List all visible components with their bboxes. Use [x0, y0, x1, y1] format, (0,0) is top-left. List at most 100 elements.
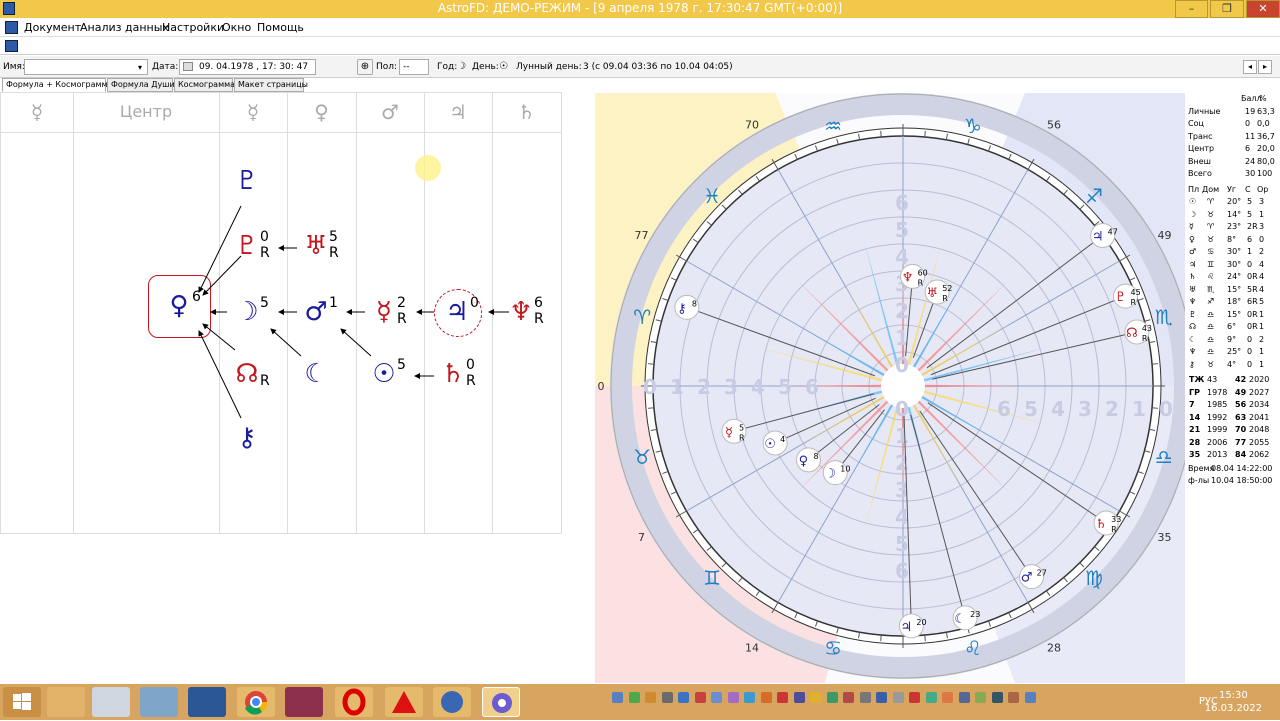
media-icon[interactable]: [285, 687, 323, 717]
tray-icon[interactable]: [942, 692, 953, 703]
globe-icon[interactable]: ⊕: [357, 59, 373, 75]
tray-icon[interactable]: [958, 692, 970, 703]
astro-fd-icon[interactable]: [433, 687, 471, 717]
planet-uranus-glyph[interactable]: ♅: [301, 231, 331, 261]
tray-icon[interactable]: [859, 692, 871, 703]
tray-icon[interactable]: [744, 692, 755, 703]
ring-number: 2: [895, 451, 909, 475]
cell: Дом: [1202, 184, 1220, 194]
planet-score: 47: [1108, 228, 1118, 237]
calendar-icon[interactable]: [183, 62, 193, 71]
notepad-icon[interactable]: [140, 687, 178, 717]
planet-score: 20: [916, 618, 926, 627]
astro-active-icon[interactable]: [482, 687, 520, 717]
planet-venus-glyph[interactable]: ♀: [164, 291, 194, 321]
clock[interactable]: 15:30 16.03.2022: [1205, 689, 1262, 715]
tray-icon[interactable]: [777, 692, 788, 703]
ring-number: 5: [895, 532, 909, 556]
planet-mars-glyph[interactable]: ♂: [301, 297, 331, 327]
menu-data-analysis[interactable]: Анализ данных: [80, 21, 169, 34]
planet-lilith-glyph[interactable]: ☾: [301, 359, 331, 389]
time-row: ф-лы 10.04 18:50:00: [1187, 475, 1273, 487]
tray-icon[interactable]: [727, 692, 739, 703]
planet-moon-glyph[interactable]: ☽: [232, 297, 262, 327]
planet-neptune-glyph[interactable]: ♆: [506, 297, 536, 327]
tray-icon[interactable]: [810, 692, 821, 703]
explorer-icon[interactable]: [47, 687, 85, 717]
tray-icon[interactable]: [1008, 692, 1019, 703]
tray-icon[interactable]: [909, 692, 920, 703]
tray-icon[interactable]: [612, 692, 623, 703]
tray-icon[interactable]: [711, 692, 722, 703]
opera-icon[interactable]: [335, 687, 373, 717]
word-icon[interactable]: [188, 687, 226, 717]
acrobat-icon[interactable]: [385, 687, 423, 717]
tray-icon[interactable]: [975, 692, 986, 703]
tray-icon[interactable]: [826, 692, 838, 703]
cell: 0: [1247, 259, 1253, 269]
tray-icon[interactable]: [661, 692, 673, 703]
planet-mercury-glyph[interactable]: ☿: [369, 297, 399, 327]
cell: 1: [1259, 309, 1265, 319]
start-icon[interactable]: [3, 687, 41, 717]
cell: Уг: [1227, 184, 1237, 194]
cell: ♆: [1189, 347, 1197, 356]
planet-pluto-glyph[interactable]: ♇: [232, 231, 262, 261]
zodiac-sign-glyph: ♑: [964, 114, 982, 138]
cell: 56: [1235, 400, 1247, 409]
chrome-icon[interactable]: [237, 687, 275, 717]
tray-icon[interactable]: [876, 692, 887, 703]
planet-neptune-retro: R: [534, 311, 544, 327]
cell: 5R: [1247, 284, 1258, 294]
tray-icon[interactable]: [925, 692, 937, 703]
tray-icon[interactable]: [678, 692, 689, 703]
ring-number: 4: [751, 375, 765, 399]
tab-formula-cosmogram[interactable]: Формула + Космограмма: [2, 78, 113, 92]
tray-icon[interactable]: [892, 692, 904, 703]
tray-icon[interactable]: [694, 692, 706, 703]
zodiac-sign-glyph: ♒: [824, 114, 842, 138]
next-arrow-icon[interactable]: ▸: [1258, 60, 1272, 74]
maximize-button[interactable]: ❐: [1210, 0, 1244, 18]
cell: ф-лы: [1188, 476, 1210, 485]
tray-icon[interactable]: [1024, 692, 1036, 703]
cell: Центр: [1188, 144, 1215, 153]
planet-saturn-glyph[interactable]: ♄: [438, 359, 468, 389]
menu-settings[interactable]: Настройки: [162, 21, 224, 34]
prev-arrow-icon[interactable]: ◂: [1243, 60, 1257, 74]
zodiac-sign-glyph: ♋: [824, 636, 842, 660]
tab-page-layout[interactable]: Макет страницы: [234, 78, 308, 92]
cell: 1: [1259, 322, 1265, 331]
cycle-row: 7 1985 56 2034: [1187, 399, 1273, 411]
close-button[interactable]: ✕: [1246, 0, 1280, 18]
planet-glyph: ⚷: [677, 301, 687, 316]
cell: 0: [1259, 234, 1265, 244]
planet-node-glyph[interactable]: ☊: [232, 359, 262, 389]
tab-cosmogram[interactable]: Космограмма: [174, 78, 235, 92]
tray-icon[interactable]: [991, 692, 1003, 703]
tray-icon[interactable]: [843, 692, 854, 703]
name-field[interactable]: [24, 59, 148, 75]
menu-document[interactable]: Документ: [24, 21, 81, 34]
tray-icon[interactable]: [760, 692, 772, 703]
tray-icon[interactable]: [628, 692, 640, 703]
minimize-button[interactable]: –: [1175, 0, 1208, 18]
tab-soul-formula[interactable]: Формула Души: [107, 78, 175, 92]
tray-icon[interactable]: [793, 692, 805, 703]
planet-jupiter-glyph[interactable]: ♃: [442, 297, 472, 327]
tray-icon[interactable]: [645, 692, 656, 703]
planet-sun-glyph[interactable]: ☉: [369, 359, 399, 389]
planet-chiron-glyph[interactable]: ⚷: [232, 423, 262, 453]
date-field[interactable]: 09. 04.1978 , 17: 30: 47: [179, 59, 316, 75]
planet-mercury-score: 2: [397, 295, 406, 311]
cell: 3: [1259, 197, 1265, 206]
menu-help[interactable]: Помощь: [257, 21, 304, 34]
app-small-icon[interactable]: [5, 40, 18, 52]
chevron-down-icon[interactable]: ▾: [138, 63, 142, 72]
document-icon[interactable]: [5, 21, 18, 34]
calculator-icon[interactable]: [92, 687, 130, 717]
sex-select[interactable]: --: [399, 59, 429, 75]
date-label: Дата:: [152, 62, 179, 72]
menu-window[interactable]: Окно: [222, 21, 251, 34]
planet-pluto-top-glyph[interactable]: ♇: [232, 166, 262, 196]
